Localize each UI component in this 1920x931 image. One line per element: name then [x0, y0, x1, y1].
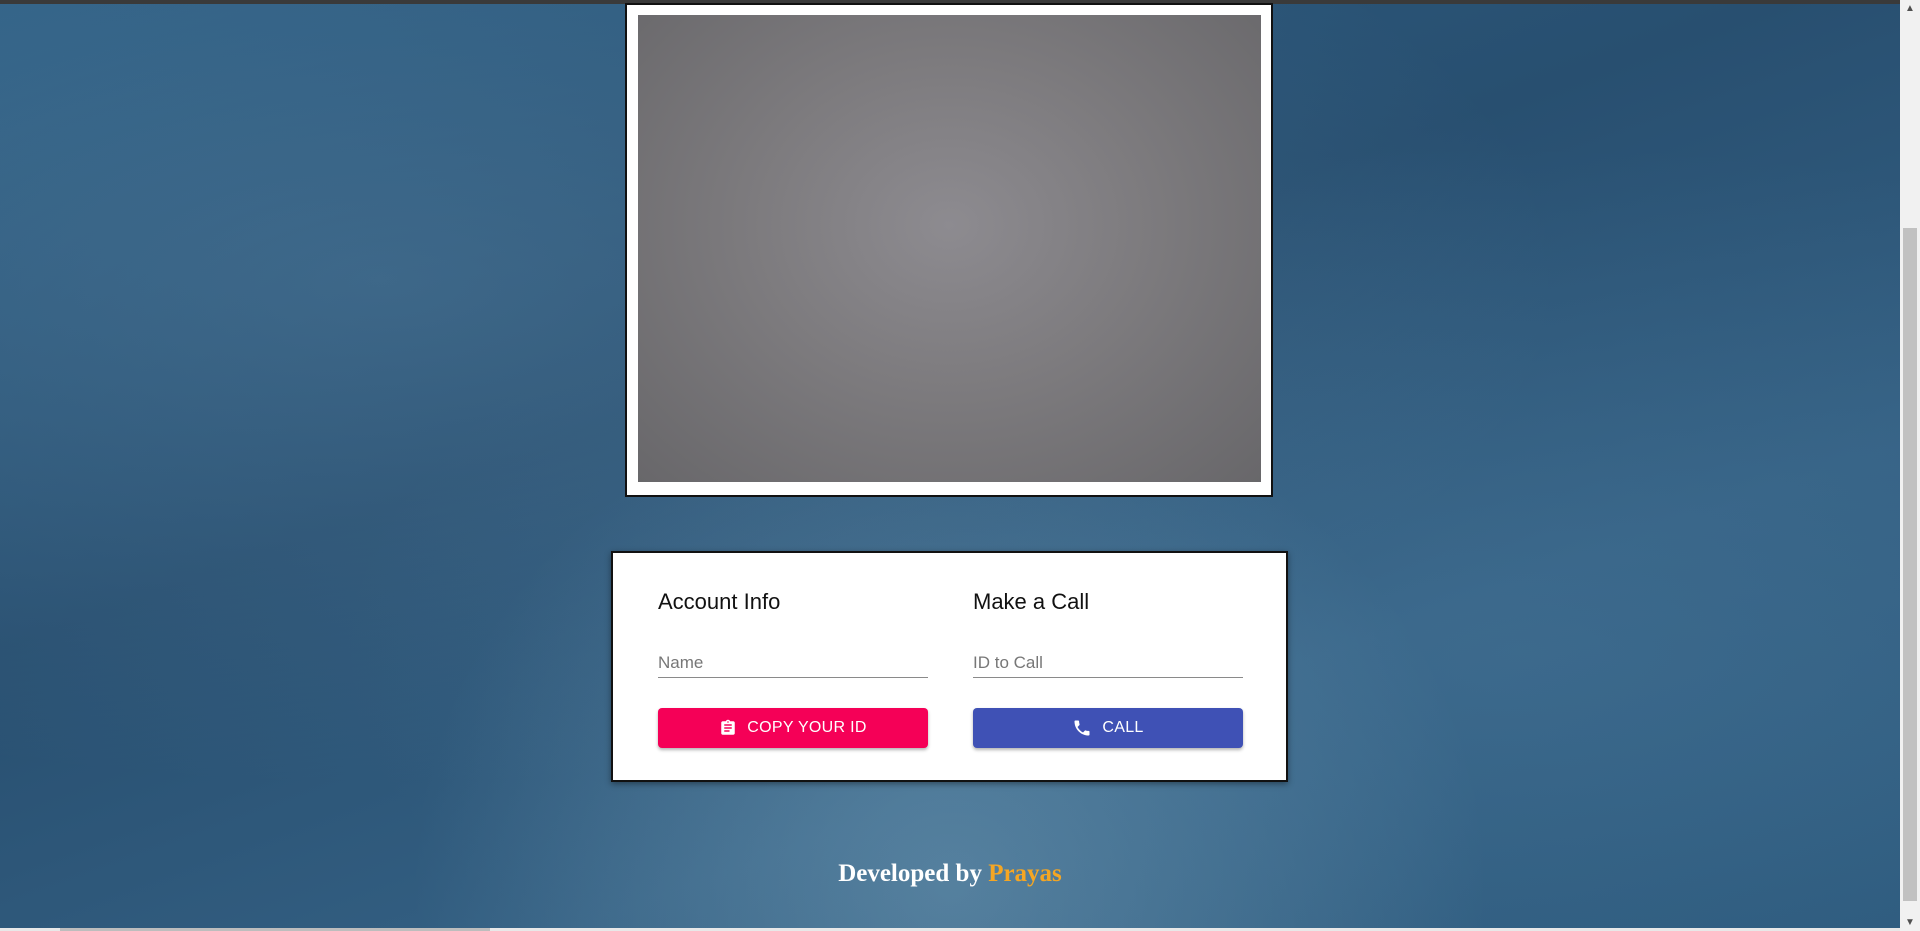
call-button[interactable]: CALL	[973, 708, 1243, 748]
name-input[interactable]	[658, 651, 928, 675]
copy-id-label: COPY YOUR ID	[747, 719, 867, 736]
id-to-call-input[interactable]	[973, 651, 1243, 675]
video-card	[625, 3, 1273, 497]
scrollbar-thumb[interactable]	[1903, 228, 1917, 901]
scroll-up-icon[interactable]: ▲	[1900, 0, 1920, 17]
make-call-title: Make a Call	[973, 589, 1090, 614]
name-field	[658, 651, 928, 678]
local-video-preview	[638, 15, 1261, 482]
clipboard-icon	[721, 719, 735, 735]
phone-icon	[1074, 720, 1090, 736]
control-panel: Account Info COPY YOUR ID Make a Call CA…	[611, 551, 1288, 782]
copy-id-button[interactable]: COPY YOUR ID	[658, 708, 928, 748]
scroll-down-icon[interactable]: ▼	[1900, 914, 1920, 931]
id-to-call-field	[973, 651, 1243, 678]
account-info-title: Account Info	[658, 589, 781, 614]
call-label: CALL	[1102, 719, 1144, 736]
vertical-scrollbar[interactable]: ▲ ▼	[1900, 0, 1920, 931]
footer-credit: Developed by Prayas	[0, 860, 1900, 888]
footer-prefix: Developed by	[838, 860, 982, 887]
footer-author: Prayas	[988, 860, 1062, 887]
